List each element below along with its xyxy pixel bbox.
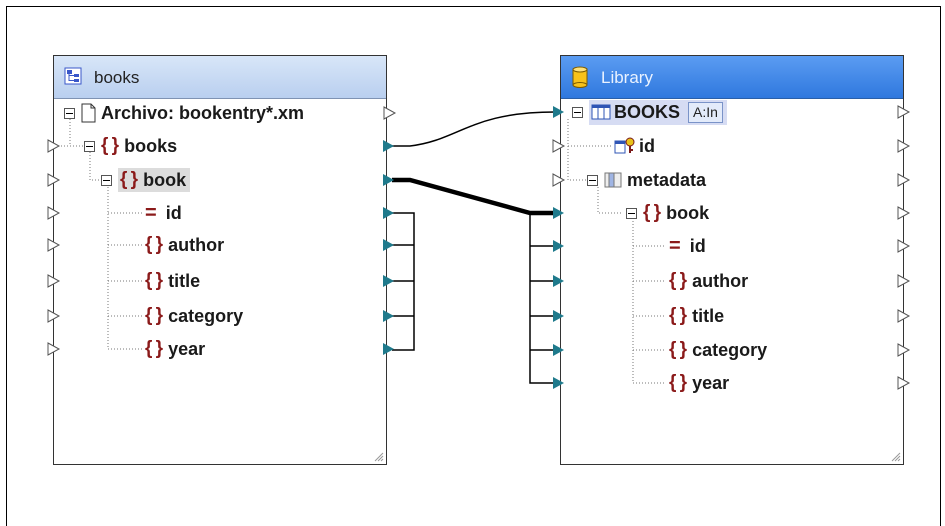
source-field-row[interactable]: { } author	[145, 231, 224, 259]
target-metadata-row[interactable]: metadata	[587, 166, 706, 194]
port-BOOKS-in	[553, 106, 564, 118]
source-field-row[interactable]: { } title	[145, 267, 200, 295]
source-field-label: id	[165, 202, 182, 223]
source-field-row[interactable]: = id	[145, 199, 182, 227]
connector-fields-bus-target[interactable]	[529, 213, 553, 384]
port-books-out	[383, 140, 394, 152]
collapse-toggle-icon[interactable]	[101, 174, 112, 186]
connector-book-to-book[interactable]	[392, 177, 553, 216]
port-book-out	[383, 174, 394, 186]
target-field-label: author	[692, 270, 749, 291]
port-category-out	[383, 310, 394, 322]
port-author-out	[383, 239, 394, 251]
collapse-toggle-icon[interactable]	[572, 106, 583, 118]
element-icon: { }	[643, 202, 661, 223]
collapse-toggle-icon[interactable]	[64, 107, 75, 119]
target-metadata-label: metadata	[627, 169, 707, 190]
attribute-icon: =	[145, 202, 157, 224]
collapse-toggle-icon[interactable]	[587, 174, 598, 186]
source-field-label: title	[168, 270, 201, 291]
source-field-label: category	[168, 305, 244, 326]
collapse-toggle-icon[interactable]	[626, 207, 637, 219]
port-year-in	[553, 377, 564, 389]
source-field-row[interactable]: { } category	[145, 302, 243, 330]
target-field-label: id	[689, 235, 706, 256]
connector-fields-bus-source[interactable]	[392, 212, 415, 351]
collapse-toggle-icon[interactable]	[84, 140, 95, 152]
element-icon: { }	[145, 305, 163, 326]
source-item-label: book	[143, 169, 187, 190]
source-book-row[interactable]: { } book	[101, 166, 191, 194]
port-file-out[interactable]	[383, 106, 397, 120]
element-icon: { }	[145, 270, 163, 291]
target-field-label: category	[692, 339, 768, 360]
element-icon: { }	[145, 338, 163, 359]
target-output-ports[interactable]	[897, 105, 911, 390]
port-title-in	[553, 310, 564, 322]
file-icon	[81, 103, 96, 123]
port-category-in	[553, 344, 564, 356]
source-file-label: Archivo: bookentry*.xm	[101, 102, 305, 123]
source-input-ports[interactable]	[47, 139, 61, 356]
target-field-label: year	[692, 372, 730, 393]
mapping-canvas[interactable]: books Library Archivo: bookentry*.xm {}…	[0, 0, 945, 526]
target-field-row[interactable]: = id	[669, 232, 706, 260]
port-book-in	[553, 207, 564, 219]
element-icon: { }	[669, 339, 687, 360]
element-icon: { }	[669, 372, 687, 393]
source-output-ports[interactable]	[383, 140, 394, 355]
source-root-row[interactable]: { } books	[84, 132, 177, 160]
source-field-label: year	[168, 338, 206, 359]
source-root-label: books	[124, 135, 178, 156]
element-icon: { }	[101, 135, 119, 156]
target-id-label: id	[639, 135, 655, 156]
table-action-badge[interactable]: A:In	[688, 101, 723, 123]
target-field-row[interactable]: { } title	[669, 302, 724, 330]
source-field-label: author	[168, 234, 225, 255]
port-author-in	[553, 275, 564, 287]
target-id-row[interactable]: id	[614, 132, 655, 160]
primary-key-icon	[614, 137, 636, 155]
connector-books-to-BOOKS[interactable]	[392, 111, 556, 147]
element-icon: { }	[145, 234, 163, 255]
element-icon: { }	[669, 305, 687, 326]
table-icon	[591, 104, 611, 120]
source-file-row[interactable]: Archivo: bookentry*.xm	[64, 99, 304, 127]
connection-layer	[47, 105, 911, 390]
target-field-row[interactable]: { } author	[669, 267, 748, 295]
target-book-row[interactable]: { } book	[626, 199, 709, 227]
attribute-icon: =	[669, 235, 681, 257]
target-field-row[interactable]: { } category	[669, 336, 767, 364]
target-field-label: title	[692, 305, 725, 326]
target-field-row[interactable]: { } year	[669, 369, 729, 397]
port-title-out	[383, 275, 394, 287]
column-icon	[604, 172, 622, 188]
mapping-connectors[interactable]	[392, 111, 556, 384]
source-field-row[interactable]: { } year	[145, 335, 205, 363]
port-id-in	[553, 240, 564, 252]
element-icon: { }	[669, 270, 687, 291]
target-table-label: BOOKS	[614, 101, 681, 122]
port-idfield-in[interactable]	[552, 139, 566, 153]
target-table-row[interactable]: BOOKS A:In	[572, 98, 727, 126]
port-year-out	[383, 343, 394, 355]
element-icon: { }	[120, 169, 138, 190]
target-item-label: book	[666, 202, 710, 223]
port-metadata-in[interactable]	[552, 173, 566, 187]
port-id-out	[383, 207, 394, 219]
